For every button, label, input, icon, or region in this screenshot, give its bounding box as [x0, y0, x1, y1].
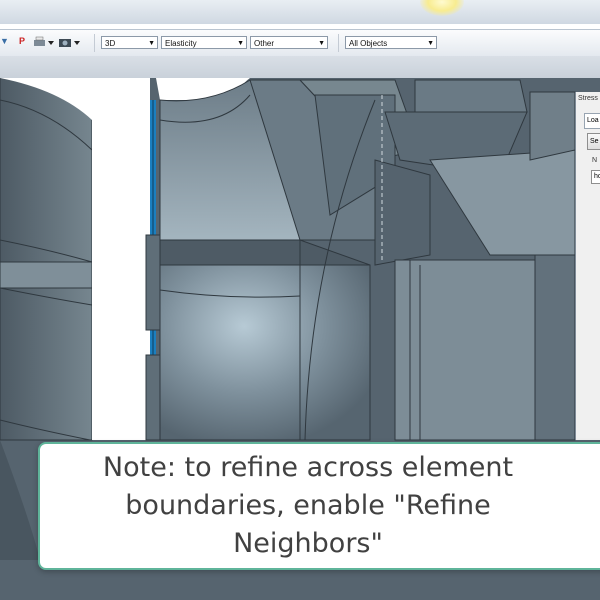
tab-loads[interactable]: Loa: [584, 113, 600, 129]
stress-panel: Stress Loa Se N ho: [575, 92, 600, 440]
analysis-type-value: 3D: [105, 39, 116, 48]
toolbar-separator: [338, 34, 339, 52]
toolbar-separator: [94, 34, 95, 52]
caption-text: Note: to refine across element boundarie…: [102, 452, 514, 559]
chevron-down-icon: ▼: [148, 40, 155, 47]
objects-value: All Objects: [349, 39, 388, 48]
objects-select[interactable]: All Objects ▼: [345, 36, 437, 49]
title-bar: [0, 0, 600, 24]
chevron-down-icon: ▼: [318, 40, 325, 47]
chevron-down-icon: ▼: [237, 40, 244, 47]
print-icon[interactable]: [33, 36, 55, 50]
camera-icon[interactable]: [58, 36, 82, 50]
panel-field[interactable]: ho: [591, 170, 600, 184]
other-select[interactable]: Other ▼: [250, 36, 328, 49]
p-icon[interactable]: P: [19, 36, 25, 50]
result-type-value: Elasticity: [165, 39, 197, 48]
toolbar: ▼ P 3D ▼ Elasticity ▼ Other ▼ All Object…: [0, 29, 600, 57]
other-value: Other: [254, 39, 275, 48]
panel-button[interactable]: Se: [587, 133, 600, 150]
panel-label: N: [592, 157, 598, 164]
caption-box: Note: to refine across element boundarie…: [38, 442, 600, 570]
toolbar-strip: [0, 56, 600, 78]
chevron-down-icon: ▼: [427, 40, 434, 47]
arrow-dropdown-icon[interactable]: ▼: [0, 36, 9, 50]
panel-title: Stress: [578, 95, 598, 102]
result-type-select[interactable]: Elasticity ▼: [161, 36, 247, 49]
analysis-type-select[interactable]: 3D ▼: [101, 36, 158, 49]
